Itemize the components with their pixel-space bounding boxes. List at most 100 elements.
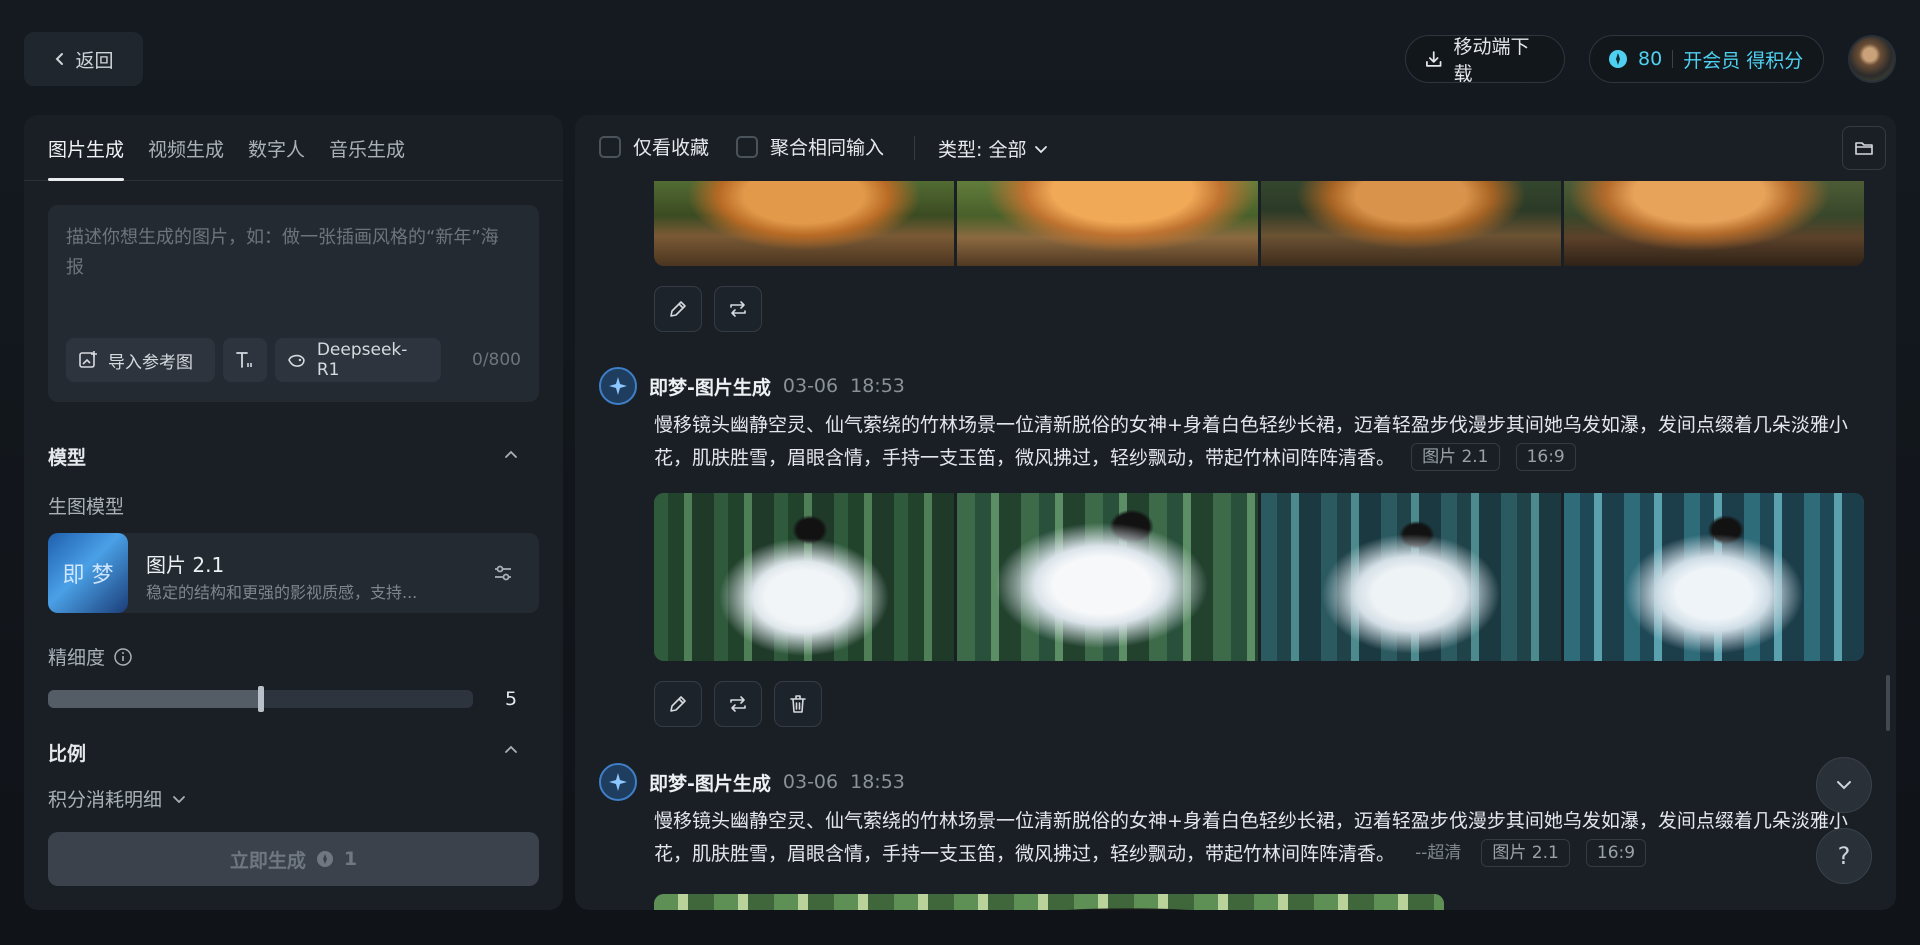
precision-slider-thumb[interactable] xyxy=(257,686,264,712)
history-panel: 即梦-图片生成 03-06 18:53 慢移镜头幽静空灵、仙气萦绕的竹林场景一位… xyxy=(575,115,1896,910)
checkbox-box xyxy=(736,135,758,158)
import-reference-button[interactable]: 导入参考图 xyxy=(66,338,215,382)
entry-prompt[interactable]: 慢移镜头幽静空灵、仙气萦绕的竹林场景一位清新脱俗的女神+身着白色轻纱长裙，迈着轻… xyxy=(654,409,1874,475)
delete-button[interactable] xyxy=(774,681,822,727)
ratio-tag: 16:9 xyxy=(1515,443,1576,471)
model-sub-label: 生图模型 xyxy=(48,496,125,518)
image-grid xyxy=(654,894,1444,910)
text-style-button[interactable] xyxy=(223,338,267,382)
model-thumbnail: 即 梦 xyxy=(48,533,128,613)
info-icon[interactable] xyxy=(113,647,133,667)
back-label: 返回 xyxy=(75,49,114,72)
ratio-tag: 16:9 xyxy=(1585,839,1647,867)
text-icon xyxy=(236,352,252,368)
precision-label: 精细度 xyxy=(48,647,106,669)
generated-image[interactable] xyxy=(1563,493,1864,661)
entry-time: 18:53 xyxy=(850,375,905,397)
model-selector[interactable]: 即 梦 图片 2.1 稳定的结构和更强的影视质感，支持... xyxy=(48,533,539,613)
mobile-download-button[interactable]: 移动端下载 xyxy=(1405,35,1565,85)
image-actions xyxy=(654,681,822,727)
sparkle-icon xyxy=(609,377,627,395)
edit-button[interactable] xyxy=(654,286,702,332)
divider xyxy=(1672,50,1674,68)
download-icon xyxy=(1426,51,1442,67)
repeat-icon xyxy=(730,301,746,317)
entry-header: 即梦-图片生成 03-06 18:53 xyxy=(599,367,905,405)
tab-video[interactable]: 视频生成 xyxy=(148,135,224,180)
chevron-down-icon xyxy=(173,795,185,803)
entry-source: 即梦-图片生成 xyxy=(649,772,771,795)
tab-image[interactable]: 图片生成 xyxy=(48,135,125,181)
type-filter-dropdown[interactable]: 类型: 全部 xyxy=(938,135,1048,162)
cost-label: 积分消耗明细 xyxy=(48,789,163,811)
generate-cost: 1 xyxy=(343,848,358,870)
entry-prompt-text: 慢移镜头幽静空灵、仙气萦绕的竹林场景一位清新脱俗的女神+身着白色轻纱长裙，迈着轻… xyxy=(654,810,1848,865)
credits-count: 80 xyxy=(1638,48,1663,70)
merge-same-input-checkbox[interactable]: 聚合相同输入 xyxy=(736,133,884,160)
entry-time: 18:53 xyxy=(850,771,905,793)
user-avatar[interactable] xyxy=(1848,35,1896,83)
favorites-only-label: 仅看收藏 xyxy=(633,137,710,159)
deepseek-label: Deepseek-R1 xyxy=(316,340,408,380)
help-button[interactable]: ? xyxy=(1816,828,1872,884)
chevron-left-icon xyxy=(56,53,64,65)
filter-bar: 仅看收藏 聚合相同输入 类型: 全部 xyxy=(575,115,1896,181)
divider xyxy=(914,136,915,160)
tab-music[interactable]: 音乐生成 xyxy=(329,135,405,180)
pencil-icon xyxy=(670,696,686,712)
prompt-input[interactable]: 描述你想生成的图片，如：做一张插画风格的“新年”海报 导入参考图 Deepsee… xyxy=(48,205,539,402)
prompt-placeholder: 描述你想生成的图片，如：做一张插画风格的“新年”海报 xyxy=(66,227,499,278)
credits-pill[interactable]: 80 开会员 得积分 xyxy=(1589,35,1824,83)
whale-icon xyxy=(288,354,305,367)
model-name: 图片 2.1 xyxy=(146,553,225,577)
folder-icon xyxy=(1855,142,1873,155)
help-label: ? xyxy=(1837,842,1851,870)
credits-icon xyxy=(316,851,333,867)
generated-image[interactable] xyxy=(654,894,1444,910)
vip-link[interactable]: 开会员 得积分 xyxy=(1683,46,1803,73)
mode-tabs: 图片生成 视频生成 数字人 音乐生成 xyxy=(24,115,563,181)
model-tag: 图片 2.1 xyxy=(1481,839,1570,867)
edit-button[interactable] xyxy=(654,681,702,727)
generate-button[interactable]: 立即生成 1 xyxy=(48,832,539,886)
image-add-icon xyxy=(79,351,97,368)
download-label: 移动端下载 xyxy=(1453,36,1530,85)
type-filter-label: 类型: 全部 xyxy=(938,139,1027,161)
generated-image[interactable] xyxy=(957,493,1258,661)
folder-button[interactable] xyxy=(1842,126,1886,170)
ratio-section-title: 比例 xyxy=(48,743,87,765)
entry-prompt[interactable]: 慢移镜头幽静空灵、仙气萦绕的竹林场景一位清新脱俗的女神+身着白色轻纱长裙，迈着轻… xyxy=(654,805,1874,871)
tab-digital-human[interactable]: 数字人 xyxy=(248,135,305,180)
model-tag: 图片 2.1 xyxy=(1411,443,1500,471)
chevron-up-icon[interactable] xyxy=(504,448,518,462)
merge-same-input-label: 聚合相同输入 xyxy=(770,137,885,159)
scroll-down-button[interactable] xyxy=(1816,757,1872,813)
cost-details-toggle[interactable]: 积分消耗明细 xyxy=(48,785,186,812)
jimeng-avatar xyxy=(599,763,637,801)
sparkle-icon xyxy=(609,773,627,791)
chevron-down-icon xyxy=(1837,781,1851,790)
entry-header: 即梦-图片生成 03-06 18:53 xyxy=(599,763,905,801)
chevron-down-icon xyxy=(1035,145,1048,153)
quality-tag: --超清 xyxy=(1415,843,1462,863)
generate-label: 立即生成 xyxy=(229,849,306,872)
regenerate-button[interactable] xyxy=(714,286,762,332)
deepseek-button[interactable]: Deepseek-R1 xyxy=(275,338,441,382)
import-reference-label: 导入参考图 xyxy=(108,352,193,373)
back-button[interactable]: 返回 xyxy=(24,32,143,86)
regenerate-button[interactable] xyxy=(714,681,762,727)
precision-label-row: 精细度 xyxy=(48,643,133,670)
scrollbar-thumb[interactable] xyxy=(1886,675,1890,731)
generated-image[interactable] xyxy=(654,493,955,661)
chevron-up-icon[interactable] xyxy=(504,743,518,757)
model-description: 稳定的结构和更强的影视质感，支持... xyxy=(146,583,418,602)
generation-panel: 图片生成 视频生成 数字人 音乐生成 描述你想生成的图片，如：做一张插画风格的“… xyxy=(24,115,563,910)
credits-icon xyxy=(1609,50,1627,68)
generated-image[interactable] xyxy=(1260,493,1561,661)
char-counter: 0/800 xyxy=(472,350,521,370)
image-grid xyxy=(654,493,1864,661)
trash-icon xyxy=(790,695,806,713)
settings-sliders-icon[interactable] xyxy=(491,561,515,585)
precision-value: 5 xyxy=(505,688,518,710)
favorites-only-checkbox[interactable]: 仅看收藏 xyxy=(599,133,709,160)
